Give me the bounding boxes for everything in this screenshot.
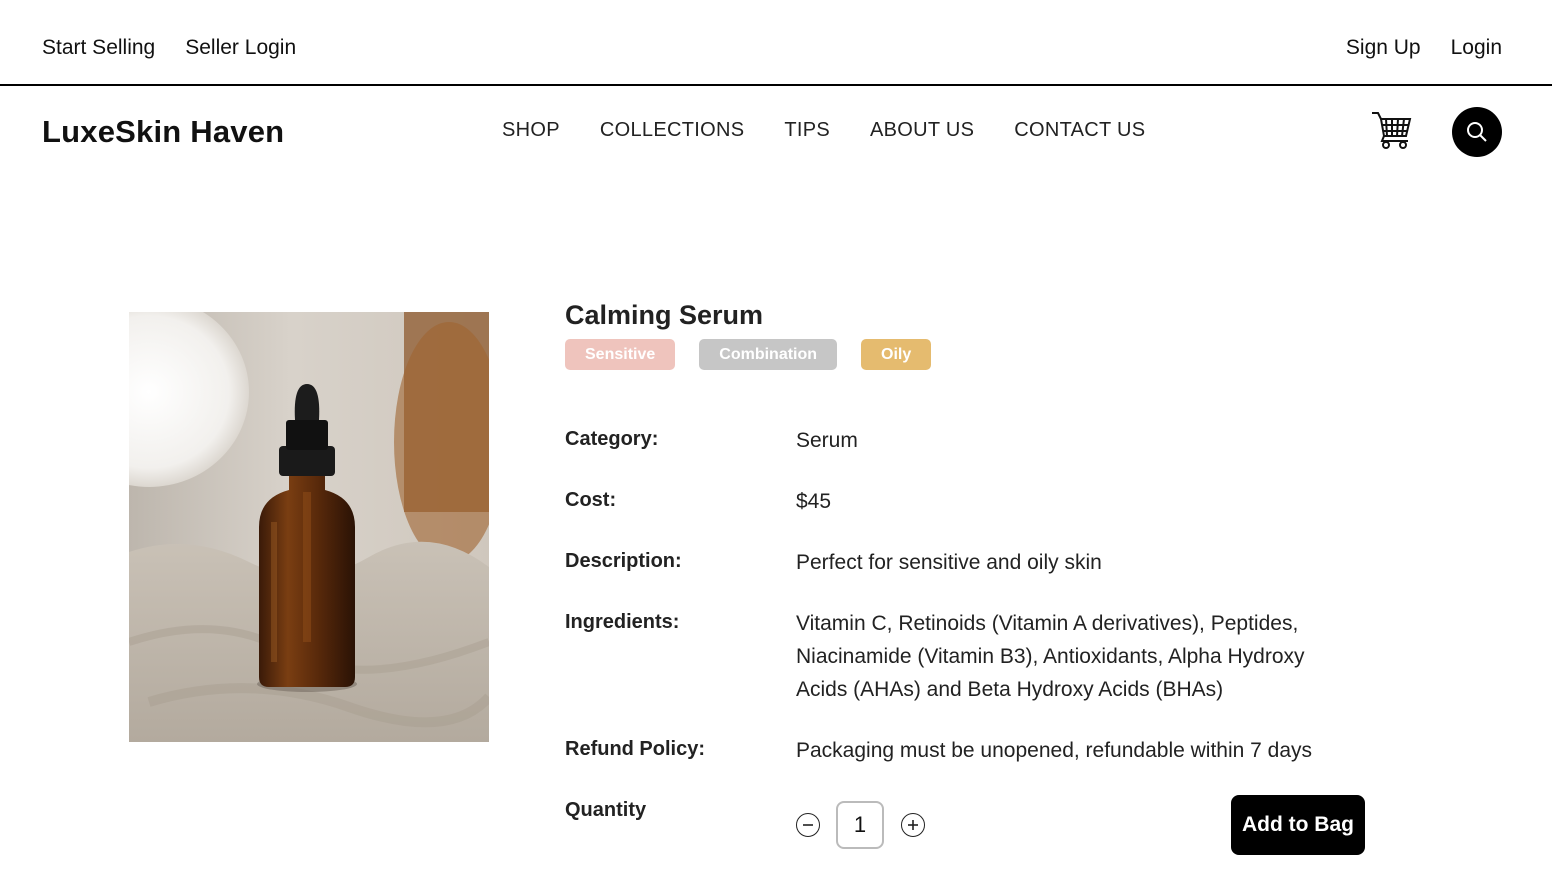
cost-label: Cost:: [565, 489, 617, 511]
nav-collections[interactable]: COLLECTIONS: [600, 119, 744, 142]
account-links: Sign Up Login: [1346, 34, 1502, 62]
minus-icon: [803, 824, 813, 826]
tag-sensitive: Sensitive: [565, 339, 676, 370]
nav-contact-us[interactable]: CONTACT US: [1014, 119, 1145, 142]
top-bar: Start Selling Seller Login Sign Up Login: [0, 0, 1552, 86]
decrease-quantity-button[interactable]: [796, 813, 820, 837]
description-value: Perfect for sensitive and oily skin: [796, 551, 1102, 574]
cart-icon[interactable]: [1370, 110, 1414, 150]
description-label: Description:: [565, 550, 682, 572]
ingredients-value: Vitamin C, Retinoids (Vitamin A derivati…: [796, 612, 1305, 701]
refund-policy-value: Packaging must be unopened, refundable w…: [796, 739, 1313, 762]
sign-up-link[interactable]: Sign Up: [1346, 34, 1421, 62]
seller-links: Start Selling Seller Login: [42, 34, 296, 62]
tag-combination: Combination: [699, 339, 838, 370]
main-nav: SHOP COLLECTIONS TIPS ABOUT US CONTACT U…: [502, 119, 1145, 142]
nav-tips[interactable]: TIPS: [784, 119, 830, 142]
nav-about-us[interactable]: ABOUT US: [870, 119, 974, 142]
seller-login-link[interactable]: Seller Login: [185, 34, 296, 62]
tag-oily: Oily: [861, 339, 932, 370]
add-to-bag-button[interactable]: Add to Bag: [1231, 795, 1365, 855]
quantity-label: Quantity: [565, 799, 647, 821]
search-icon: [1467, 122, 1487, 142]
refund-policy-label: Refund Policy:: [565, 738, 706, 760]
start-selling-link[interactable]: Start Selling: [42, 34, 155, 62]
quantity-input[interactable]: 1: [836, 801, 884, 849]
ingredients-label: Ingredients:: [565, 611, 680, 633]
brand-logo[interactable]: LuxeSkin Haven: [42, 114, 284, 150]
login-link[interactable]: Login: [1451, 34, 1502, 62]
skin-type-tags: Sensitive Combination Oily: [565, 339, 932, 370]
nav-shop[interactable]: SHOP: [502, 119, 560, 142]
cost-value: $45: [796, 490, 832, 513]
category-label: Category:: [565, 428, 659, 450]
product-title: Calming Serum: [565, 300, 764, 330]
product-image: [129, 312, 489, 742]
plus-icon: [908, 820, 918, 830]
increase-quantity-button[interactable]: [901, 813, 925, 837]
category-value: Serum: [796, 429, 858, 452]
search-button[interactable]: [1452, 107, 1502, 157]
